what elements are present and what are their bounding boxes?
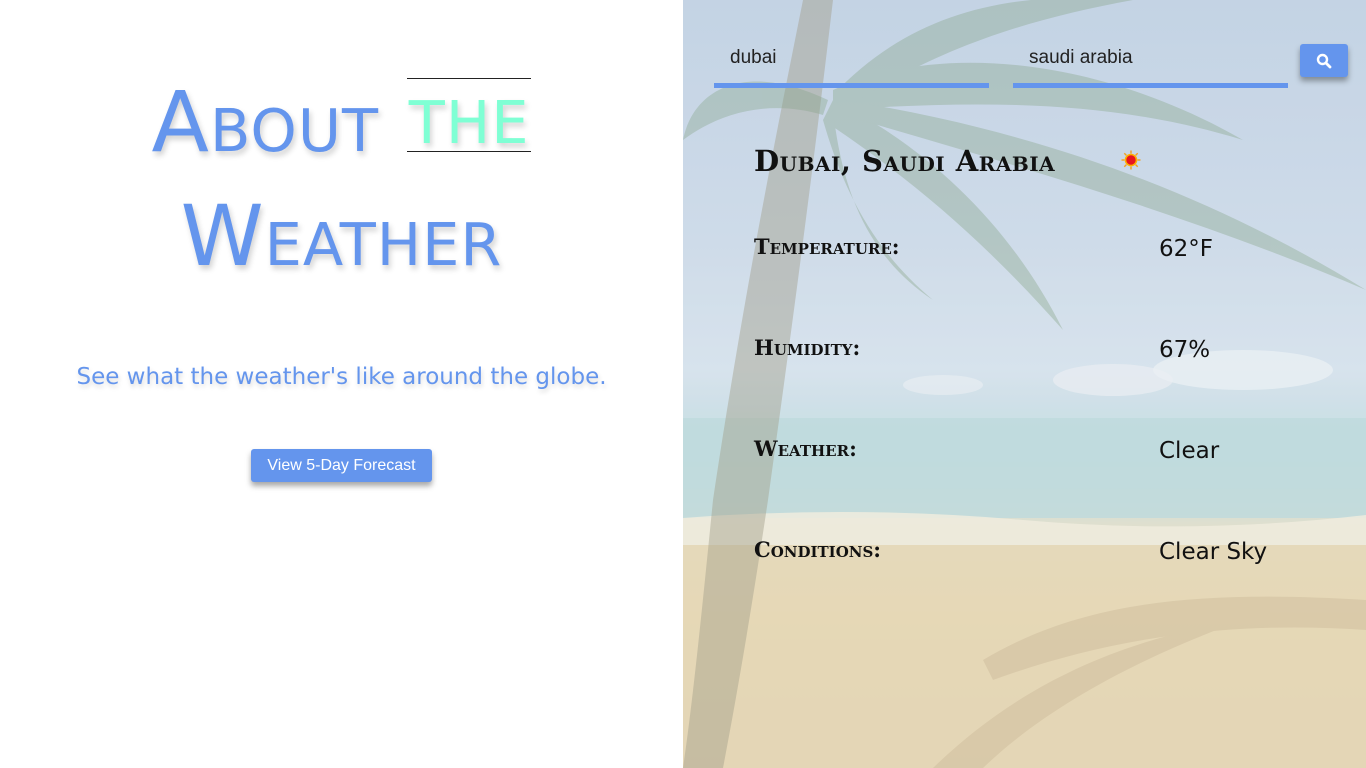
weather-panel: Dubai, Saudi Arabia Temperature: 62°F Hu… [683,0,1366,768]
humidity-label: Humidity: [754,335,861,360]
page-title: About the [0,65,683,171]
subtitle: See what the weather's like around the g… [76,364,607,390]
temperature-label: Temperature: [754,234,900,259]
search-button[interactable] [1300,44,1348,77]
title-weather: Weather [180,187,503,285]
beach-background-image [683,0,1366,768]
city-input[interactable] [714,40,989,88]
country-input[interactable] [1013,40,1288,88]
conditions-label: Conditions: [754,537,882,562]
about-panel: About the Weather See what the weather's… [0,0,683,768]
search-icon [1316,53,1332,68]
title-about: About [151,73,380,171]
location-heading: Dubai, Saudi Arabia [754,144,1056,178]
humidity-value: 67% [1159,337,1211,363]
temperature-value: 62°F [1159,236,1213,262]
weather-label: Weather: [754,436,857,461]
weather-value: Clear [1159,438,1220,464]
app-page: About the Weather See what the weather's… [0,0,1366,768]
view-forecast-button[interactable]: View 5-Day Forecast [251,449,432,482]
conditions-value: Clear Sky [1159,539,1268,565]
sun-icon [1121,150,1141,170]
title-the: the [406,65,532,163]
